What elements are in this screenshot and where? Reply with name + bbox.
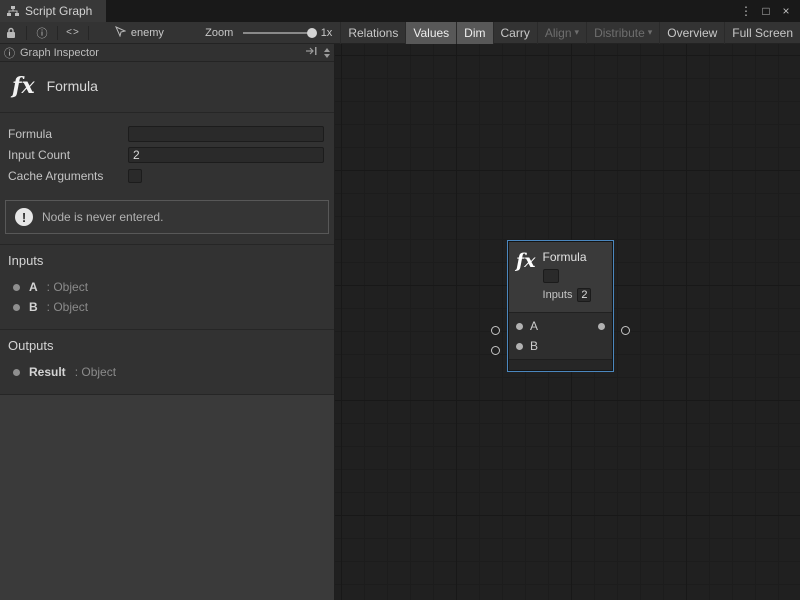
window-close-icon[interactable]: × [778,4,794,18]
node-port-row: B [509,336,612,356]
list-item: B : Object [8,297,326,317]
input-count-input[interactable] [128,147,324,163]
cache-arguments-label: Cache Arguments [8,169,128,183]
input-port-icon[interactable] [516,343,523,350]
toolbar-divider [26,26,27,40]
warning-text: Node is never entered. [42,210,163,224]
port-type: : Object [47,280,88,294]
port-dot-icon [13,369,20,376]
zoom-slider-knob[interactable] [307,28,317,38]
input-port-icon[interactable] [516,323,523,330]
toolbar-buttons: Relations Values Dim Carry Align ▾ Distr… [340,22,800,44]
formula-field-row: Formula [8,123,324,144]
lock-icon[interactable] [0,22,22,44]
code-view-icon[interactable]: <> [62,22,84,44]
node-formula-input[interactable] [543,269,559,283]
node-footer [509,359,612,370]
panel-scroll-stepper[interactable] [324,48,330,58]
window-controls: ⋮ □ × [738,0,800,22]
input-connection-point[interactable] [491,326,500,335]
port-name: A [29,280,38,294]
formula-node-header: fx Formula Inputs 2 [509,242,612,312]
arrow-up-icon[interactable] [324,48,330,52]
formula-field-label: Formula [8,127,128,141]
formula-input[interactable] [128,126,324,142]
port-dot-icon [13,304,20,311]
input-connection-point[interactable] [491,346,500,355]
carry-button[interactable]: Carry [493,22,537,44]
warning-box: ! Node is never entered. [5,200,329,234]
graph-inspector-title: Graph Inspector [20,47,99,59]
list-item: Result : Object [8,362,326,382]
relations-button[interactable]: Relations [340,22,405,44]
port-type: : Object [75,365,116,379]
node-inputs-count[interactable]: 2 [577,288,591,302]
window-tab-bar: Script Graph ⋮ □ × [0,0,800,22]
overview-button[interactable]: Overview [659,22,724,44]
arrow-down-icon[interactable] [324,54,330,58]
chevron-down-icon: ▾ [648,27,653,38]
inputs-section-title: Inputs [8,253,326,268]
port-name: A [530,319,538,333]
distribute-dropdown[interactable]: Distribute ▾ [586,22,659,44]
info-icon[interactable]: ⓘ [31,22,53,44]
tab-script-graph[interactable]: Script Graph [0,0,106,22]
node-inputs-label: Inputs [543,289,573,301]
port-name: B [29,300,38,314]
cache-arguments-checkbox[interactable] [128,169,142,183]
chevron-down-icon: ▾ [575,27,580,38]
inspector-fields: Formula Input Count Cache Arguments [0,112,334,194]
graph-target[interactable]: enemy [115,26,187,40]
pointer-icon [115,26,126,40]
node-ports: A B [509,312,612,359]
dock-panel-icon[interactable] [305,46,318,59]
formula-node[interactable]: fx Formula Inputs 2 A [508,241,613,371]
formula-fx-icon: fx [516,250,536,306]
inspector-empty-area [0,395,334,600]
window-maximize-icon[interactable]: □ [758,4,774,18]
port-type: : Object [47,300,88,314]
zoom-slider[interactable] [243,32,314,34]
node-type-title: Formula [47,78,98,94]
graph-canvas[interactable]: fx Formula Inputs 2 A [335,44,800,600]
outputs-section-title: Outputs [8,338,326,353]
graph-inspector-header: ⓘ Graph Inspector [0,44,334,62]
dim-button[interactable]: Dim [456,22,492,44]
zoom-label: Zoom [205,27,233,39]
node-title: Formula [543,250,592,264]
tab-label: Script Graph [25,4,92,18]
graph-toolbar: ⓘ <> enemy Zoom 1x Relations Values Dim … [0,22,800,44]
info-icon: ⓘ [4,45,15,61]
warning-icon: ! [15,208,33,226]
list-item: A : Object [8,277,326,297]
script-graph-icon [7,6,19,17]
toolbar-divider [57,26,58,40]
input-count-label: Input Count [8,148,128,162]
full-screen-button[interactable]: Full Screen [724,22,800,44]
formula-fx-icon: fx [12,75,35,97]
zoom-value: 1x [321,27,333,39]
node-port-row: A [509,316,612,336]
output-port-icon[interactable] [598,323,605,330]
input-count-field-row: Input Count [8,144,324,165]
port-name: B [530,339,538,353]
window-menu-icon[interactable]: ⋮ [738,4,754,18]
target-label: enemy [131,27,164,39]
inspected-node-title: fx Formula [0,62,334,112]
values-button[interactable]: Values [405,22,456,44]
graph-inspector-panel: ⓘ Graph Inspector fx Formula [0,44,335,600]
align-dropdown[interactable]: Align ▾ [537,22,586,44]
outputs-section: Outputs Result : Object [0,329,334,394]
port-name: Result [29,365,66,379]
output-connection-point[interactable] [621,326,630,335]
cache-arguments-field-row: Cache Arguments [8,165,324,186]
inputs-section: Inputs A : Object B : Object [0,244,334,329]
toolbar-divider [88,26,89,40]
port-dot-icon [13,284,20,291]
